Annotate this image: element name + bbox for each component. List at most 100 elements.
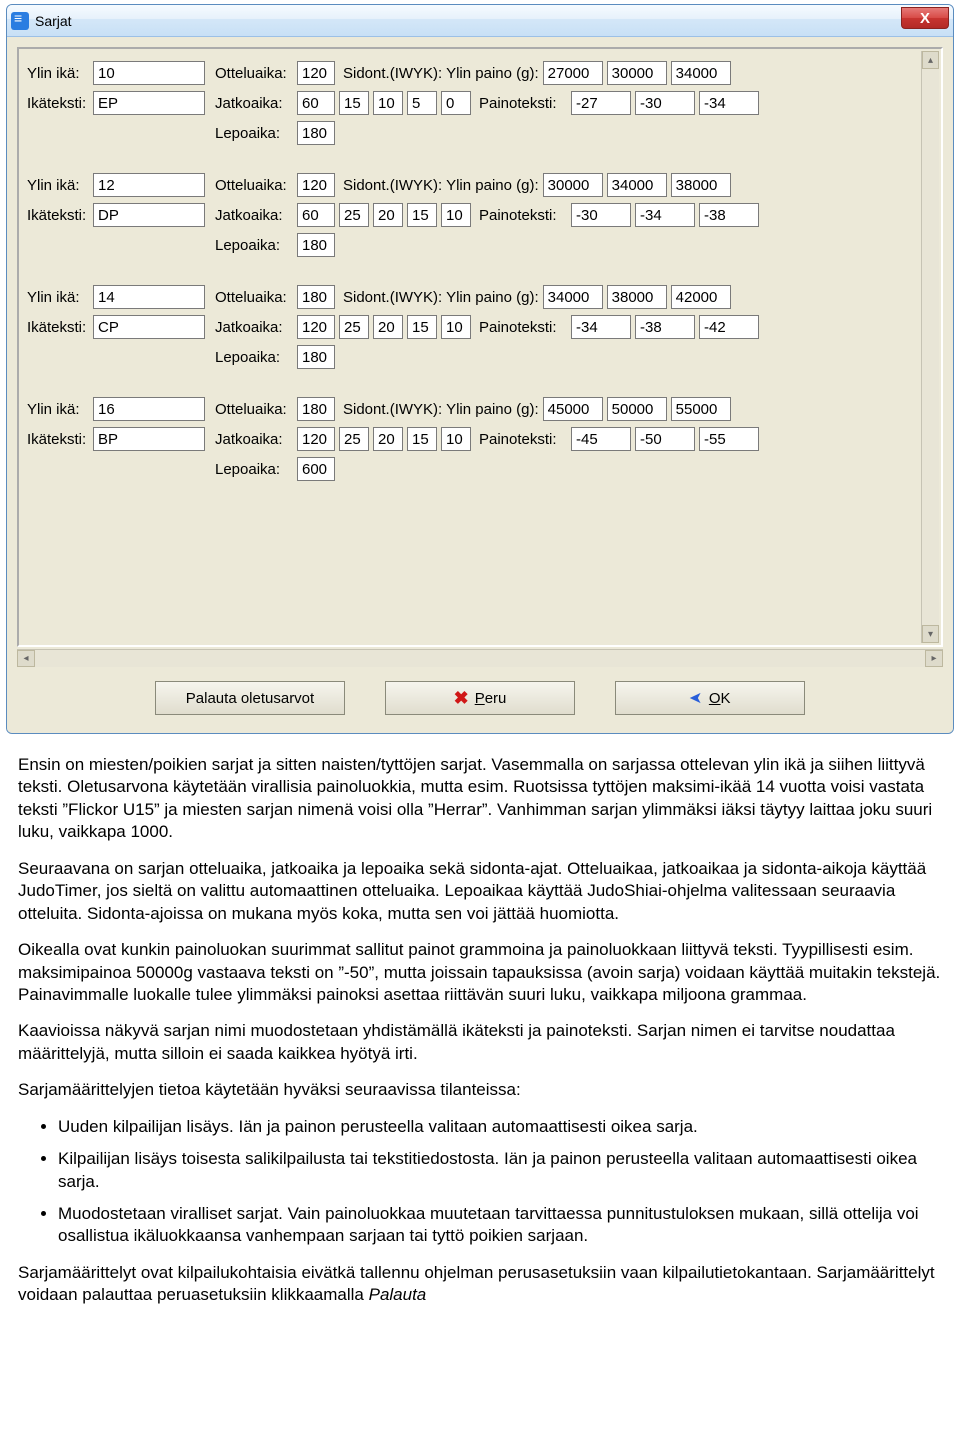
age-input[interactable] [93, 285, 205, 309]
weighttext-input[interactable] [571, 203, 631, 227]
scroll-left-icon[interactable]: ◂ [17, 650, 35, 667]
window-title: Sarjat [35, 13, 72, 29]
extratime-input[interactable] [407, 315, 437, 339]
matchtime-input[interactable] [297, 173, 335, 197]
horizontal-scrollbar[interactable]: ◂ ▸ [17, 649, 943, 667]
agetext-input[interactable] [93, 427, 205, 451]
close-button[interactable]: X [901, 7, 949, 29]
weight-input[interactable] [543, 173, 603, 197]
label-jatkoaika: Jatkoaika: [215, 319, 293, 336]
age-group: Ylin ikä:Otteluaika:Sidont.(IWYK): Ylin … [27, 173, 923, 257]
extratime-input[interactable] [373, 91, 403, 115]
weight-input[interactable] [607, 397, 667, 421]
ok-label: OK [709, 690, 731, 707]
age-group: Ylin ikä:Otteluaika:Sidont.(IWYK): Ylin … [27, 61, 923, 145]
resttime-input[interactable] [297, 457, 335, 481]
extratime-input[interactable] [441, 315, 471, 339]
age-input[interactable] [93, 397, 205, 421]
extratime-input[interactable] [407, 427, 437, 451]
extratime-input[interactable] [441, 91, 471, 115]
cancel-icon: ✖ [454, 688, 469, 709]
weighttext-input[interactable] [635, 203, 695, 227]
extratime-input[interactable] [339, 315, 369, 339]
age-group: Ylin ikä:Otteluaika:Sidont.(IWYK): Ylin … [27, 285, 923, 369]
weighttext-input[interactable] [699, 315, 759, 339]
matchtime-input[interactable] [297, 397, 335, 421]
label-otteluaika: Otteluaika: [215, 65, 293, 82]
extratime-input[interactable] [297, 427, 335, 451]
label-sidont-paino: Sidont.(IWYK): Ylin paino (g): [343, 401, 539, 418]
weighttext-input[interactable] [699, 203, 759, 227]
scroll-down-icon[interactable]: ▾ [922, 625, 939, 643]
weight-input[interactable] [671, 173, 731, 197]
weight-input[interactable] [607, 61, 667, 85]
label-otteluaika: Otteluaika: [215, 177, 293, 194]
bullet-list: Uuden kilpailijan lisäys. Iän ja painon … [58, 1116, 942, 1248]
label-ikateksti: Ikäteksti: [27, 95, 89, 112]
agetext-input[interactable] [93, 203, 205, 227]
weighttext-input[interactable] [571, 315, 631, 339]
age-input[interactable] [93, 173, 205, 197]
label-jatkoaika: Jatkoaika: [215, 431, 293, 448]
matchtime-input[interactable] [297, 285, 335, 309]
label-otteluaika: Otteluaika: [215, 289, 293, 306]
extratime-input[interactable] [339, 427, 369, 451]
extratime-input[interactable] [373, 427, 403, 451]
agetext-input[interactable] [93, 91, 205, 115]
weighttext-input[interactable] [635, 91, 695, 115]
label-jatkoaika: Jatkoaika: [215, 95, 293, 112]
agetext-input[interactable] [93, 315, 205, 339]
weight-input[interactable] [543, 397, 603, 421]
restore-defaults-button[interactable]: Palauta oletusarvot [155, 681, 345, 715]
extratime-input[interactable] [297, 315, 335, 339]
ok-button[interactable]: ➤ OK [615, 681, 805, 715]
button-bar: Palauta oletusarvot ✖ Peru ➤ OK [17, 677, 943, 723]
weight-input[interactable] [671, 61, 731, 85]
label-painoteksti: Painoteksti: [479, 319, 567, 336]
extratime-input[interactable] [297, 91, 335, 115]
label-ikateksti: Ikäteksti: [27, 319, 89, 336]
ok-icon: ➤ [689, 688, 702, 708]
list-item: Uuden kilpailijan lisäys. Iän ja painon … [58, 1116, 942, 1138]
cancel-button[interactable]: ✖ Peru [385, 681, 575, 715]
label-painoteksti: Painoteksti: [479, 207, 567, 224]
weighttext-input[interactable] [699, 427, 759, 451]
weight-input[interactable] [671, 285, 731, 309]
scroll-right-icon[interactable]: ▸ [925, 650, 943, 667]
weight-input[interactable] [543, 61, 603, 85]
extratime-input[interactable] [297, 203, 335, 227]
extratime-input[interactable] [441, 203, 471, 227]
resttime-input[interactable] [297, 345, 335, 369]
extratime-input[interactable] [373, 315, 403, 339]
extratime-input[interactable] [339, 203, 369, 227]
weight-input[interactable] [671, 397, 731, 421]
weighttext-input[interactable] [571, 91, 631, 115]
weight-input[interactable] [607, 285, 667, 309]
weighttext-input[interactable] [699, 91, 759, 115]
vertical-scrollbar[interactable]: ▴ ▾ [921, 51, 939, 643]
label-ylin-ika: Ylin ikä: [27, 289, 89, 306]
label-lepoaika: Lepoaika: [215, 349, 293, 366]
weight-input[interactable] [607, 173, 667, 197]
label-sidont-paino: Sidont.(IWYK): Ylin paino (g): [343, 177, 539, 194]
extratime-input[interactable] [441, 427, 471, 451]
label-ikateksti: Ikäteksti: [27, 431, 89, 448]
resttime-input[interactable] [297, 121, 335, 145]
resttime-input[interactable] [297, 233, 335, 257]
scroll-up-icon[interactable]: ▴ [922, 51, 939, 69]
cancel-label: Peru [475, 690, 507, 707]
extratime-input[interactable] [407, 91, 437, 115]
label-ylin-ika: Ylin ikä: [27, 65, 89, 82]
weight-input[interactable] [543, 285, 603, 309]
label-lepoaika: Lepoaika: [215, 237, 293, 254]
extratime-input[interactable] [339, 91, 369, 115]
extratime-input[interactable] [373, 203, 403, 227]
age-group: Ylin ikä:Otteluaika:Sidont.(IWYK): Ylin … [27, 397, 923, 481]
matchtime-input[interactable] [297, 61, 335, 85]
label-ylin-ika: Ylin ikä: [27, 401, 89, 418]
weighttext-input[interactable] [635, 315, 695, 339]
weighttext-input[interactable] [571, 427, 631, 451]
weighttext-input[interactable] [635, 427, 695, 451]
extratime-input[interactable] [407, 203, 437, 227]
age-input[interactable] [93, 61, 205, 85]
